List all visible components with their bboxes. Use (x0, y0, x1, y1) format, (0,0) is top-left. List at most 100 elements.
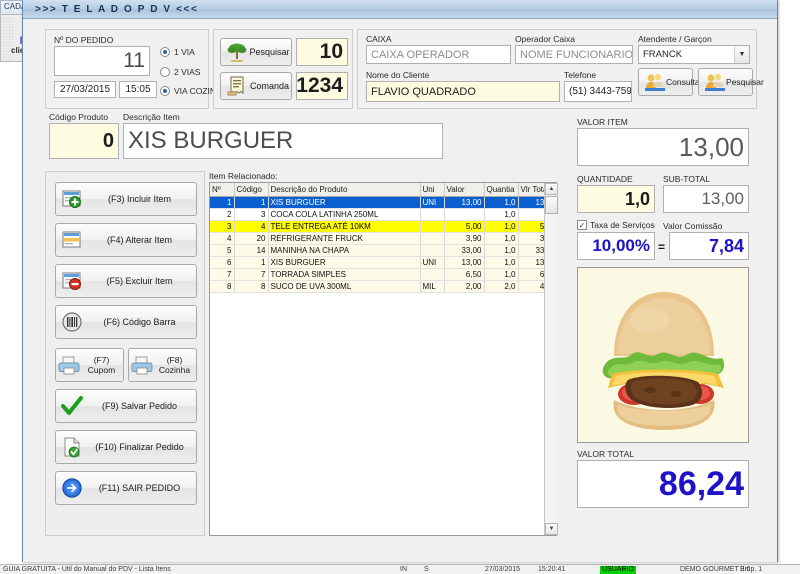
cell-descricao: SUCO DE UVA 300ML (268, 280, 421, 293)
col-quantia[interactable]: Quantia (484, 183, 519, 197)
valor-comissao-field[interactable]: 7,84 (669, 232, 749, 260)
cell-empty (234, 304, 268, 316)
radio-2-vias[interactable]: 2 VIAS (160, 67, 200, 77)
label-codigo-produto: Código Produto (49, 112, 109, 122)
table-row[interactable]: 77TORRADA SIMPLES6,501,06,50 (210, 268, 556, 281)
status-text-company: Emp. 1 (740, 566, 763, 573)
pdv-window: >>> T E L A D O P D V <<< Nº DO PEDIDO 1… (22, 0, 778, 562)
table-row[interactable]: 61XIS BURGUERUNI13,001,013,00 (210, 256, 556, 269)
cell-numero: 1 (210, 196, 235, 209)
consultar-button[interactable]: Consultar (638, 68, 702, 96)
operador-caixa-value: NOME FUNCIONARIO (520, 48, 633, 61)
nome-cliente-input[interactable]: FLAVIO QUADRADO (366, 81, 560, 102)
scroll-up-button[interactable]: ▲ (545, 183, 558, 195)
subtotal-field[interactable]: 13,00 (663, 185, 749, 213)
barcode-icon (62, 312, 82, 332)
table-row[interactable]: 514MANINHA NA CHAPA33,001,033,00 (210, 244, 556, 257)
cell-valor: 33,00 (444, 244, 485, 257)
cliente-pesquisar-button[interactable]: Pesquisar (698, 68, 764, 96)
nome-cliente-value: FLAVIO QUADRADO (371, 85, 476, 98)
label-descricao-item: Descrição Item (123, 112, 180, 122)
finalizar-pedido-button[interactable]: (F10) Finalizar Pedido (55, 430, 197, 464)
table-row[interactable]: 88SUCO DE UVA 300MLMIL2,002,04,00 (210, 280, 556, 293)
salvar-pedido-button[interactable]: (F9) Salvar Pedido (55, 389, 197, 423)
cell-codigo: 8 (234, 280, 269, 293)
col-codigo[interactable]: Código (234, 183, 269, 197)
cell-numero: 2 (210, 208, 235, 221)
delete-item-icon (62, 272, 81, 290)
cell-numero: 6 (210, 256, 235, 269)
codigo-barra-button[interactable]: (F6) Código Barra (55, 305, 197, 339)
comanda-button[interactable]: Comanda (220, 72, 292, 100)
table-row[interactable]: 420REFRIGERANTE FRUCK3,901,03,90 (210, 232, 556, 245)
atendente-select[interactable]: FRANCK ▼ (638, 45, 750, 64)
cell-numero: 3 (210, 220, 235, 233)
cell-valor: 3,90 (444, 232, 485, 245)
status-text-user: USUARIO (600, 566, 636, 574)
radio-1-via[interactable]: 1 VIA (160, 47, 195, 57)
taxa-servicos-field[interactable]: 10,00% (577, 232, 655, 260)
pesquisar-value-field[interactable]: 10 (296, 38, 348, 66)
scroll-down-button[interactable]: ▼ (545, 523, 558, 535)
pdv-title-bar: >>> T E L A D O P D V <<< (23, 0, 777, 19)
cell-empty (444, 304, 484, 316)
numero-pedido-input[interactable]: 11 (54, 46, 150, 76)
col-numero[interactable]: Nº (210, 183, 235, 197)
product-image (577, 267, 749, 443)
cell-numero: 4 (210, 232, 235, 245)
quantidade-field[interactable]: 1,0 (577, 185, 655, 213)
table-row[interactable]: 11XIS BURGUERUNI13,001,013,00 (210, 196, 556, 209)
status-text-date: 27/03/2015 (485, 566, 521, 573)
scrollbar-thumb[interactable] (545, 196, 558, 214)
valor-total-field[interactable]: 86,24 (577, 460, 749, 508)
cell-uni (420, 268, 445, 281)
comanda-button-label: Comanda (249, 81, 290, 91)
status-text-time: 15:20:41 (538, 566, 566, 573)
salvar-pedido-label: (F9) Salvar Pedido (101, 401, 178, 411)
items-grid[interactable]: Nº Código Descrição do Produto Uni Valor… (209, 182, 557, 536)
codigo-produto-input[interactable]: 0 (49, 123, 119, 159)
col-uni[interactable]: Uni (420, 183, 445, 197)
cupom-button[interactable]: (F7) Cupom (55, 348, 124, 382)
pesquisar-button[interactable]: Pesquisar (220, 38, 292, 66)
cell-codigo: 14 (234, 244, 269, 257)
cell-uni (420, 208, 445, 221)
col-valor[interactable]: Valor (444, 183, 485, 197)
table-row[interactable]: 34TELE ENTREGA ATÉ 10KM5,001,05,00 (210, 220, 556, 233)
label-valor-comissao: Valor Comissão (663, 221, 723, 231)
descricao-item-input[interactable]: XIS BURGUER (123, 123, 443, 159)
tree-icon (227, 43, 247, 62)
caixa-input[interactable]: CAIXA OPERADOR (366, 45, 511, 64)
printer-icon (131, 356, 153, 375)
cell-quantia: 1,0 (484, 220, 519, 233)
cell-empty (210, 292, 234, 304)
cell-quantia: 1,0 (484, 244, 519, 257)
comanda-value-field[interactable]: 1234 (296, 72, 348, 100)
telefone-input[interactable]: (51) 3443-7592 (564, 81, 632, 102)
data-input[interactable]: 27/03/2015 (54, 81, 116, 98)
valor-item-field[interactable]: 13,00 (577, 128, 749, 166)
radio-2-vias-dot (160, 67, 170, 77)
incluir-item-label: (F3) Incluir Item (107, 194, 171, 204)
excluir-item-button[interactable]: (F5) Excluir Item (55, 264, 197, 298)
chevron-down-icon[interactable]: ▼ (734, 46, 749, 63)
radio-2-vias-label: 2 VIAS (174, 67, 201, 77)
cozinha-button[interactable]: (F8) Cozinha (128, 348, 197, 382)
cell-quantia: 1,0 (484, 208, 519, 221)
status-text-in: IN (400, 566, 407, 573)
operador-caixa-input[interactable]: NOME FUNCIONARIO (515, 45, 633, 64)
alterar-item-button[interactable]: (F4) Alterar Item (55, 223, 197, 257)
grid-scrollbar[interactable]: ▲ ▼ (544, 183, 558, 535)
sair-pedido-button[interactable]: (F11) SAIR PEDIDO (55, 471, 197, 505)
incluir-item-button[interactable]: (F3) Incluir Item (55, 182, 197, 216)
pesquisar-button-label: Pesquisar (249, 47, 290, 57)
taxa-servicos-value: 10,00% (592, 236, 650, 255)
codigo-produto-value: 0 (102, 129, 114, 152)
comanda-value: 1234 (296, 74, 343, 97)
hora-input[interactable]: 15:05 (119, 81, 157, 98)
label-nome-cliente: Nome do Cliente (366, 70, 430, 80)
table-row[interactable]: 2 3 COCA COLA LATINHA 250ML 1,0 (210, 208, 556, 221)
radio-via-cozinha-dot (160, 86, 170, 96)
taxa-servicos-checkbox[interactable]: ✓ Taxa de Serviços (577, 220, 655, 230)
col-descricao[interactable]: Descrição do Produto (268, 183, 421, 197)
